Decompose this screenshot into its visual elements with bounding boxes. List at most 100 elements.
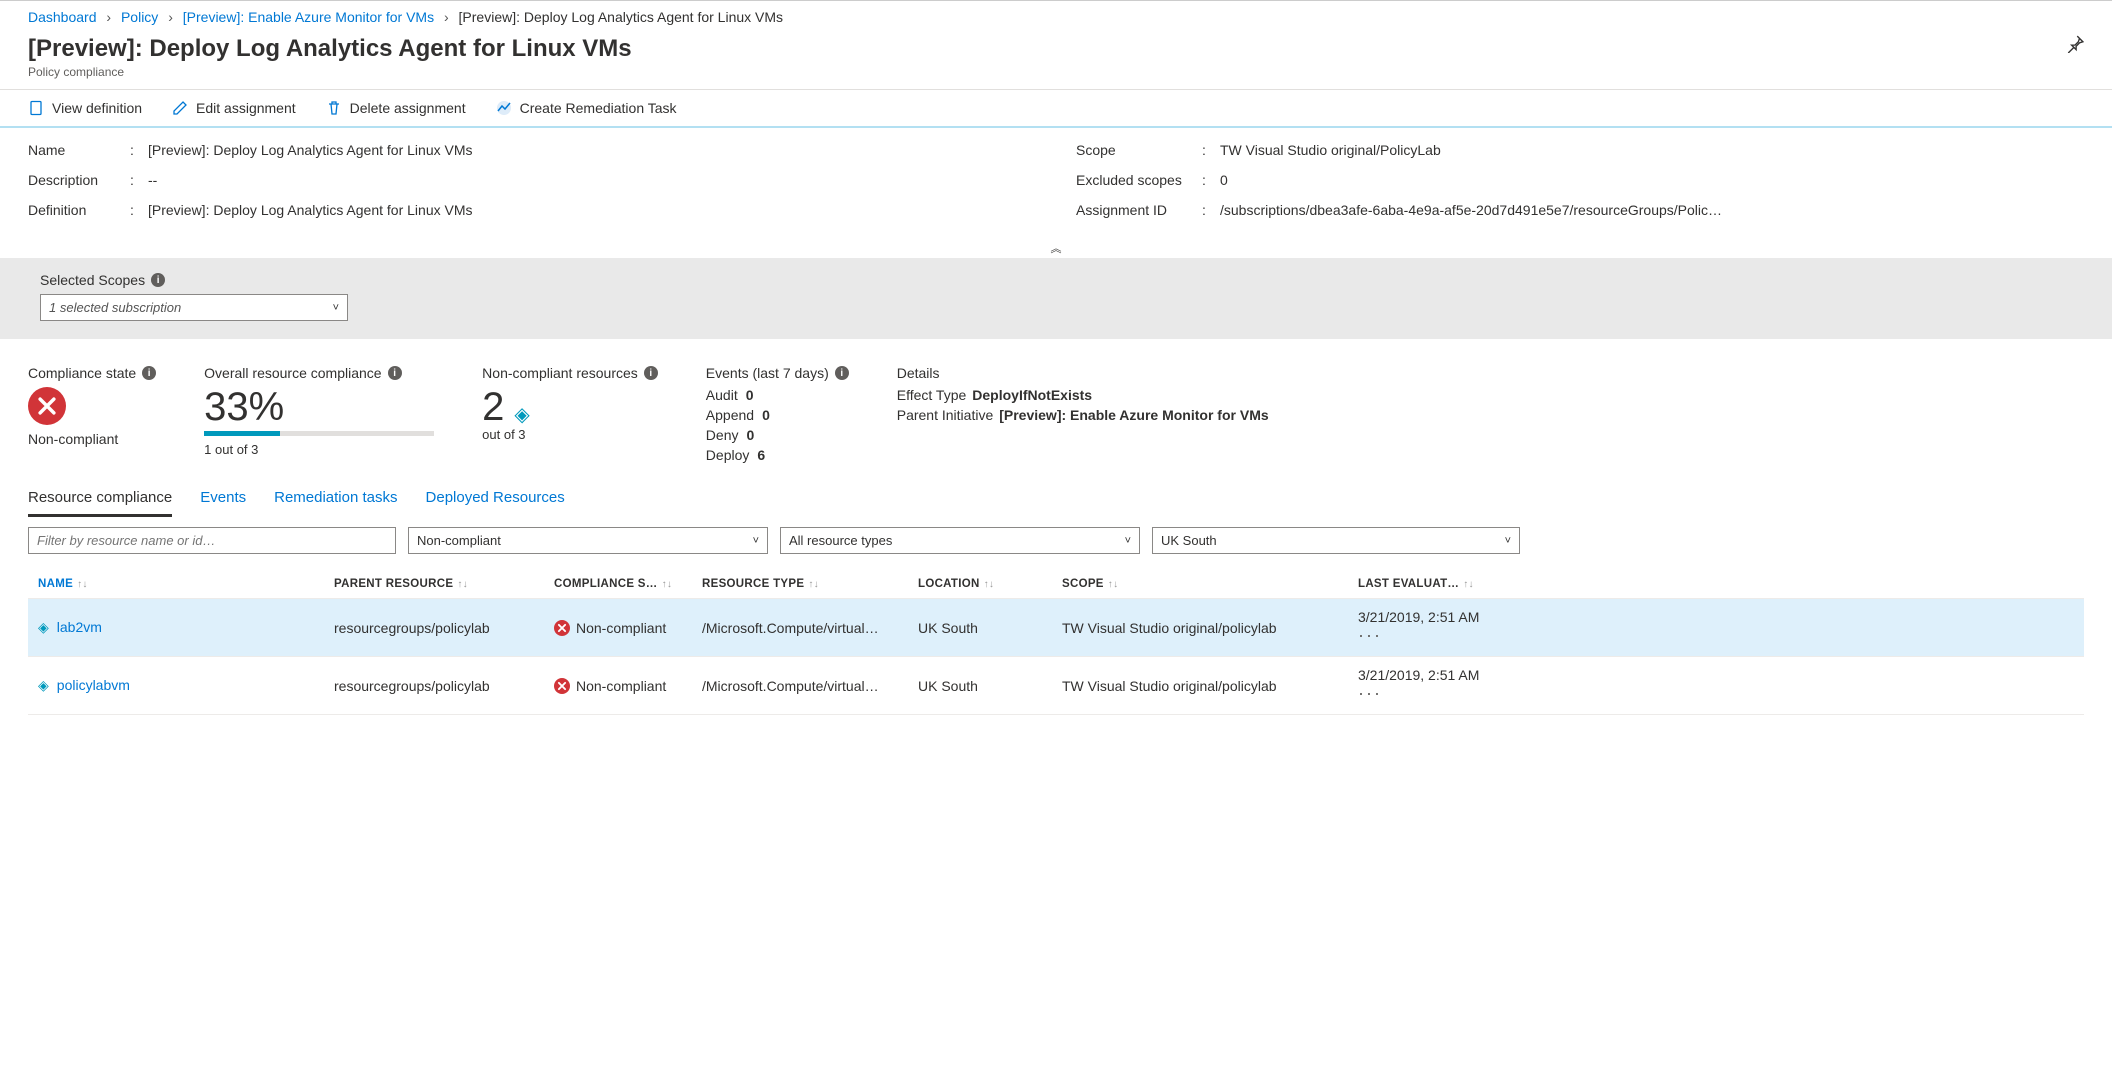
chevron-down-icon: ˅ — [1125, 535, 1131, 547]
deploy-value: 6 — [757, 447, 765, 463]
events-block: Events (last 7 days)i Audit 0 Append 0 D… — [706, 365, 849, 467]
deny-value: 0 — [746, 427, 754, 443]
table-row[interactable]: ◈policylabvmresourcegroups/policylabNon-… — [28, 656, 2084, 715]
col-compliance[interactable]: COMPLIANCE S…↑↓ — [554, 578, 702, 590]
effect-type-value: DeployIfNotExists — [972, 387, 1092, 403]
noncompliant-icon — [554, 620, 570, 636]
resource-link[interactable]: policylabvm — [57, 677, 130, 693]
tab-events[interactable]: Events — [200, 485, 246, 517]
filter-bar: Non-compliant˅ All resource types˅ UK So… — [0, 517, 2112, 564]
prop-def-label: Definition — [28, 202, 130, 218]
chevron-down-icon: ˅ — [1505, 535, 1511, 547]
prop-def-value: [Preview]: Deploy Log Analytics Agent fo… — [148, 202, 473, 218]
sort-icon: ↑↓ — [457, 579, 468, 590]
filter-compliance-dropdown[interactable]: Non-compliant˅ — [408, 527, 768, 554]
filter-location-dropdown[interactable]: UK South˅ — [1152, 527, 1520, 554]
audit-label: Audit — [706, 387, 738, 403]
grid-header: NAME↑↓ PARENT RESOURCE↑↓ COMPLIANCE S…↑↓… — [28, 570, 2084, 598]
prop-excl-label: Excluded scopes — [1076, 172, 1202, 188]
col-scope[interactable]: SCOPE↑↓ — [1062, 578, 1358, 590]
deny-label: Deny — [706, 427, 739, 443]
sort-icon: ↑↓ — [1108, 579, 1119, 590]
resource-icon: ◈ — [38, 619, 49, 635]
cell-scope: TW Visual Studio original/policylab — [1062, 620, 1358, 636]
delete-icon — [326, 100, 342, 116]
chevron-down-icon: ˅ — [753, 535, 759, 547]
col-type[interactable]: RESOURCE TYPE↑↓ — [702, 578, 918, 590]
compliance-state-label: Compliance state — [28, 365, 136, 381]
overall-compliance-label: Overall resource compliance — [204, 365, 381, 381]
chevron-right-icon: › — [168, 9, 173, 25]
cell-location: UK South — [918, 620, 1062, 636]
append-label: Append — [706, 407, 754, 423]
col-parent[interactable]: PARENT RESOURCE↑↓ — [334, 578, 554, 590]
cube-icon: ◈ — [514, 402, 529, 427]
create-remediation-button[interactable]: Create Remediation Task — [496, 100, 677, 116]
cell-parent: resourcegroups/policylab — [334, 620, 554, 636]
pin-icon[interactable] — [2066, 35, 2084, 58]
breadcrumb: Dashboard › Policy › [Preview]: Enable A… — [0, 0, 2112, 29]
cell-type: /Microsoft.Compute/virtual… — [702, 620, 918, 636]
info-icon[interactable]: i — [151, 273, 165, 287]
resource-link[interactable]: lab2vm — [57, 619, 102, 635]
sort-icon: ↑↓ — [77, 579, 88, 590]
prop-name-value: [Preview]: Deploy Log Analytics Agent fo… — [148, 142, 473, 158]
breadcrumb-link-initiative[interactable]: [Preview]: Enable Azure Monitor for VMs — [183, 9, 434, 25]
sort-icon: ↑↓ — [808, 579, 819, 590]
info-icon[interactable]: i — [142, 366, 156, 380]
cell-type: /Microsoft.Compute/virtual… — [702, 678, 918, 694]
noncompliant-icon — [28, 387, 66, 425]
chevron-down-icon: ˅ — [333, 302, 339, 314]
details-block: Details Effect TypeDeployIfNotExists Par… — [897, 365, 1269, 467]
cell-location: UK South — [918, 678, 1062, 694]
compliance-bar — [204, 431, 434, 436]
breadcrumb-current: [Preview]: Deploy Log Analytics Agent fo… — [459, 9, 784, 25]
chevron-up-icon: ︽ — [1051, 240, 1062, 256]
delete-assignment-button[interactable]: Delete assignment — [326, 100, 466, 116]
row-actions-icon[interactable]: ··· — [1358, 625, 2074, 646]
breadcrumb-link-policy[interactable]: Policy — [121, 9, 158, 25]
overall-compliance-block: Overall resource compliancei 33% 1 out o… — [204, 365, 434, 467]
edit-assignment-button[interactable]: Edit assignment — [172, 100, 296, 116]
scope-dropdown[interactable]: 1 selected subscription ˅ — [40, 294, 348, 321]
prop-name-label: Name — [28, 142, 130, 158]
prop-excl-value[interactable]: 0 — [1220, 172, 1228, 188]
sort-icon: ↑↓ — [1463, 579, 1474, 590]
collapse-toggle[interactable]: ︽ — [0, 238, 2112, 258]
view-definition-button[interactable]: View definition — [28, 100, 142, 116]
tab-resource-compliance[interactable]: Resource compliance — [28, 485, 172, 517]
info-icon[interactable]: i — [388, 366, 402, 380]
row-actions-icon[interactable]: ··· — [1358, 683, 2074, 704]
chevron-right-icon: › — [106, 9, 111, 25]
compliance-state-block: Compliance statei Non-compliant — [28, 365, 156, 467]
edit-icon — [172, 100, 188, 116]
audit-value: 0 — [746, 387, 754, 403]
properties-section: Name:[Preview]: Deploy Log Analytics Age… — [0, 128, 2112, 238]
chevron-right-icon: › — [444, 9, 449, 25]
cell-scope: TW Visual Studio original/policylab — [1062, 678, 1358, 694]
breadcrumb-link-dashboard[interactable]: Dashboard — [28, 9, 97, 25]
filter-type-dropdown[interactable]: All resource types˅ — [780, 527, 1140, 554]
tab-remediation-tasks[interactable]: Remediation tasks — [274, 485, 397, 517]
info-icon[interactable]: i — [835, 366, 849, 380]
cell-parent: resourcegroups/policylab — [334, 678, 554, 694]
noncompliant-sub: out of 3 — [482, 427, 658, 442]
cell-eval: 3/21/2019, 2:51 AM ··· — [1358, 667, 2074, 704]
prop-desc-label: Description — [28, 172, 130, 188]
col-location[interactable]: LOCATION↑↓ — [918, 578, 1062, 590]
prop-aid-value: /subscriptions/dbea3afe-6aba-4e9a-af5e-2… — [1220, 202, 1722, 218]
col-last-eval[interactable]: LAST EVALUAT…↑↓ — [1358, 578, 2074, 590]
stats-section: Compliance statei Non-compliant Overall … — [0, 339, 2112, 475]
tab-deployed-resources[interactable]: Deployed Resources — [426, 485, 565, 517]
page-subtitle: Policy compliance — [28, 65, 632, 79]
col-name[interactable]: NAME↑↓ — [38, 578, 334, 590]
info-icon[interactable]: i — [644, 366, 658, 380]
sort-icon: ↑↓ — [984, 579, 995, 590]
filter-name-input[interactable] — [28, 527, 396, 554]
noncompliant-count: 2 — [482, 387, 504, 427]
parent-initiative-value: [Preview]: Enable Azure Monitor for VMs — [999, 407, 1268, 423]
noncompliant-resources-label: Non-compliant resources — [482, 365, 638, 381]
delete-assignment-label: Delete assignment — [350, 100, 466, 116]
scope-dropdown-value: 1 selected subscription — [49, 300, 181, 315]
table-row[interactable]: ◈lab2vmresourcegroups/policylabNon-compl… — [28, 598, 2084, 656]
